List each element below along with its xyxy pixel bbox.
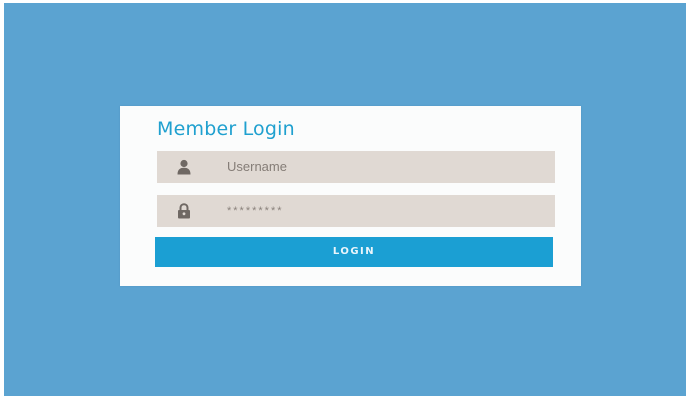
login-button[interactable]: LOGIN (155, 237, 553, 267)
user-icon (177, 159, 191, 175)
username-field[interactable]: Username (157, 151, 555, 183)
login-title: Member Login (157, 118, 295, 140)
lock-icon (177, 203, 191, 219)
login-card: Member Login Username ********* LOGIN (120, 106, 581, 286)
username-placeholder: Username (227, 159, 287, 174)
password-field[interactable]: ********* (157, 195, 555, 227)
password-masked-value: ********* (227, 205, 284, 217)
